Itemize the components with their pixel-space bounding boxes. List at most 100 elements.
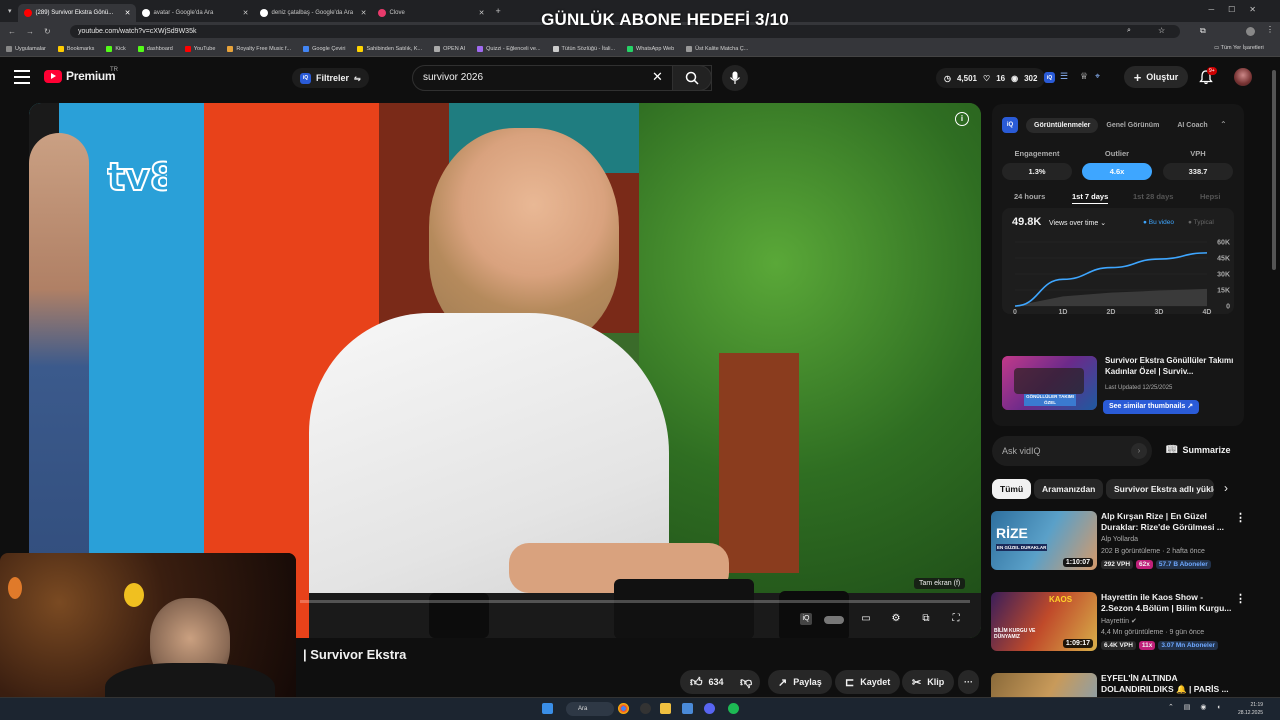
chip-all[interactable]: Tümü — [992, 479, 1032, 499]
series-typical-area — [1015, 288, 1207, 306]
bookmark-favicon-icon — [137, 45, 144, 52]
period-28d[interactable]: 1st 28 days — [1133, 192, 1173, 201]
windows-start-icon[interactable] — [542, 703, 553, 714]
bookmark-item[interactable]: dashboard — [137, 45, 173, 52]
subscriber-badge: 57.7 B Aboneler — [1155, 560, 1211, 569]
rocket-icon[interactable]: ⌖ — [1095, 71, 1100, 82]
logo-country: TR — [110, 67, 118, 73]
progress-bar[interactable] — [300, 600, 970, 603]
svg-text:tv8: tv8 — [107, 155, 167, 199]
search-icon — [685, 71, 699, 85]
clock-date: 28.12.2025 — [1238, 710, 1264, 716]
bookmark-item[interactable]: Google Çeviri — [303, 45, 345, 52]
bookmark-item[interactable]: Quizzi - Eğlenceli ve... — [477, 45, 541, 52]
period-7d[interactable]: 1st 7 days — [1072, 192, 1109, 204]
bookmark-item[interactable]: Sahibinden Satılık, K... — [357, 45, 423, 52]
bookmark-label: Kick — [115, 45, 126, 52]
similar-title[interactable]: Survivor Ekstra Gönüllüler Takımı Kadınl… — [1105, 356, 1235, 377]
y-tick-label: 0 — [1226, 304, 1230, 311]
page-scrollbar[interactable] — [1271, 60, 1277, 696]
share-button[interactable]: ↗ Paylaş — [768, 670, 832, 694]
create-button[interactable]: + Oluştur — [1124, 66, 1188, 88]
vph-badge: 6.4K VPH — [1101, 641, 1136, 650]
fullscreen-icon[interactable]: ⛶ — [950, 613, 962, 625]
list-icon[interactable]: ☰ — [1060, 71, 1068, 82]
related-video[interactable]: RİZE EN GÜZEL DURAKLAR 1:10:07 Alp Kırşa… — [991, 511, 1246, 573]
clear-search-icon[interactable]: ✕ — [652, 69, 663, 85]
filters-button[interactable]: iQ Filtreler ⇋ — [292, 68, 369, 88]
chip-uploads[interactable]: Survivor Ekstra adlı yükle — [1106, 479, 1214, 499]
clip-button[interactable]: ✂ Klip — [902, 670, 955, 694]
voice-search-button[interactable] — [722, 65, 748, 91]
app-icon[interactable] — [640, 703, 651, 714]
related-video[interactable]: KAOS BİLİM KURGU VE DÜNYAMIZ 1:09:17 Hay… — [991, 592, 1246, 654]
related-thumbnail[interactable]: KAOS BİLİM KURGU VE DÜNYAMIZ 1:09:17 — [991, 592, 1097, 651]
tab-views[interactable]: Görüntülenmeler — [1026, 117, 1099, 133]
settings-gear-icon[interactable]: ⚙ — [890, 613, 902, 625]
youtube-logo[interactable]: Premium TR — [44, 67, 118, 83]
bookmark-item[interactable]: WhatsApp Web — [627, 45, 674, 52]
taskbar-search[interactable]: Ara — [566, 702, 614, 716]
period-24h[interactable]: 24 hours — [1014, 192, 1045, 201]
more-options-icon[interactable]: ⋮ — [1235, 592, 1246, 605]
avatar[interactable] — [1234, 68, 1252, 86]
file-explorer-icon[interactable] — [660, 703, 671, 714]
save-button[interactable]: ⊏ Kaydet — [835, 670, 901, 694]
tab-overview[interactable]: Genel Görünüm — [1106, 122, 1159, 129]
stat-b: 302 — [1024, 73, 1038, 83]
autoplay-toggle[interactable] — [824, 616, 844, 624]
related-channel[interactable]: Alp Yollarda — [1101, 536, 1138, 543]
bookmark-item[interactable]: Tütün Sözlüğü - İtali... — [552, 45, 615, 52]
bookmark-item[interactable]: Kick — [106, 45, 126, 52]
related-thumbnail[interactable] — [991, 673, 1097, 697]
info-icon[interactable]: i — [955, 112, 969, 126]
bookmark-item[interactable]: Uygulamalar — [6, 45, 46, 52]
similar-thumbnail[interactable]: GÖNÜLLÜLER TAKIMI ÖZEL — [1002, 356, 1097, 410]
vidiq-icon[interactable]: iQ — [800, 613, 812, 625]
vidiq-icon[interactable]: iQ — [1044, 72, 1055, 83]
scrollbar-thumb[interactable] — [1272, 70, 1276, 270]
discord-icon[interactable] — [704, 703, 715, 714]
send-arrow-icon[interactable]: › — [1131, 443, 1147, 459]
subscriber-badge: 3.07 Mn Aboneler — [1158, 641, 1218, 650]
more-options-icon[interactable]: ⋮ — [1235, 511, 1246, 524]
bookmark-item[interactable]: YouTube — [184, 45, 215, 52]
chip-from-search[interactable]: Aramanızdan — [1034, 479, 1104, 499]
bookmark-label: Sahibinden Satılık, K... — [366, 45, 423, 52]
all-bookmarks[interactable]: ▭ Tüm Yer İşaretleri — [1214, 45, 1264, 51]
bookmark-item[interactable]: Üst Kalite Matcha Ç... — [686, 45, 748, 52]
hamburger-menu-icon[interactable] — [14, 70, 30, 84]
related-title: Hayrettin ile Kaos Show - 2.Sezon 4.Bölü… — [1101, 592, 1232, 613]
spotify-icon[interactable] — [728, 703, 739, 714]
see-similar-thumbnails-button[interactable]: See similar thumbnails ↗ — [1103, 400, 1200, 414]
summarize-button[interactable]: 📖︎ Summarize — [1166, 444, 1230, 455]
related-video[interactable]: EYFEL'İN ALTINDA DOLANDIRILDIKS 🔔 | PARİ… — [991, 673, 1245, 697]
bookmark-favicon-icon — [686, 45, 693, 52]
subtitles-icon[interactable]: ▭ — [860, 613, 872, 625]
dislike-button[interactable]: 👎︎ — [732, 670, 761, 694]
trophy-icon[interactable]: ♕ — [1080, 71, 1088, 82]
more-actions-button[interactable]: ··· — [958, 670, 979, 694]
tray-icons[interactable]: ⌃ ▤ ◉ ◖ — [1168, 703, 1225, 711]
search-input[interactable]: survivor 2026 — [412, 65, 712, 91]
app-icon[interactable] — [682, 703, 693, 714]
chips-next-chevron-icon[interactable]: › — [1224, 481, 1228, 495]
x-tick-label: 1D — [1059, 309, 1068, 314]
x-tick-label: 3D — [1155, 309, 1164, 314]
ask-vidiq-input[interactable]: Ask vidIQ — [992, 436, 1152, 466]
views-chart-svg: 0 15K 30K 45K 60K 0 1D 2D 3D 4D — [1013, 240, 1230, 315]
vidiq-stats-pill[interactable]: ◷ 4,501 ♡ 16 ◉ 302 — [936, 68, 1046, 88]
related-channel[interactable]: Hayrettin ✔ — [1101, 617, 1137, 625]
bookmark-item[interactable]: Bookmarks — [57, 45, 94, 52]
search-button[interactable] — [672, 65, 712, 91]
bookmark-item[interactable]: Royalty Free Music f... — [227, 45, 291, 52]
system-clock[interactable]: 21:19 28.12.2025 — [1238, 701, 1263, 717]
period-all[interactable]: Hepsi — [1200, 192, 1220, 201]
collapse-chevron-icon[interactable]: ⌃ — [1220, 120, 1227, 129]
bookmark-item[interactable]: OPEN AI — [434, 45, 465, 52]
tab-ai-coach[interactable]: AI Coach — [1177, 122, 1207, 129]
miniplayer-icon[interactable]: ⧉ — [920, 613, 932, 625]
like-button[interactable]: 👍︎ 634 — [680, 670, 734, 694]
related-thumbnail[interactable]: RİZE EN GÜZEL DURAKLAR 1:10:07 — [991, 511, 1097, 570]
chrome-icon[interactable] — [618, 703, 629, 714]
